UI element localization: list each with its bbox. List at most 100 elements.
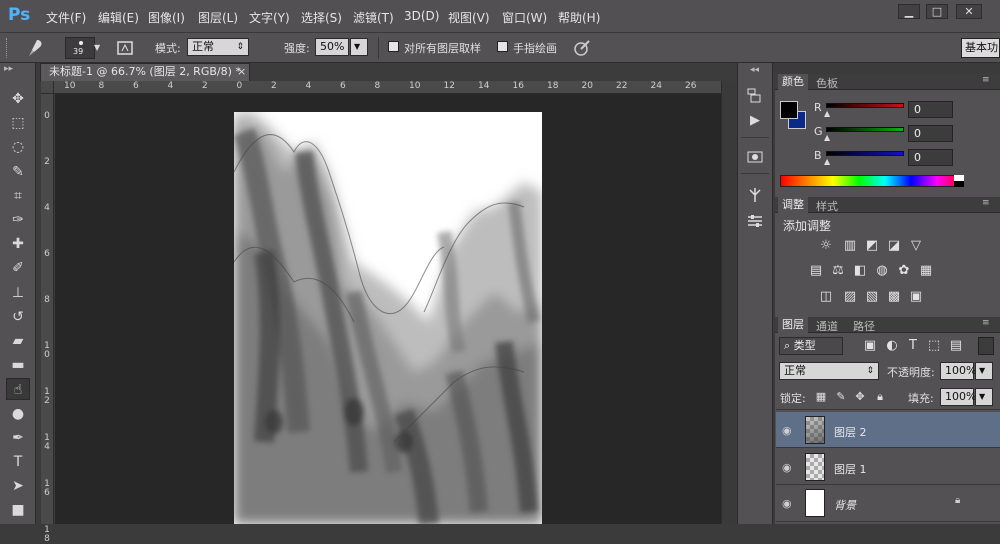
play-actions-icon[interactable]: ▶ [745,112,765,130]
pen-tool-icon[interactable]: ✒ [6,427,30,449]
smudge-preset-icon[interactable] [20,38,50,58]
selective-color-icon[interactable]: ▣ [908,289,924,305]
type-tool-icon[interactable]: T [6,451,30,473]
layer-name[interactable]: 图层 2 [834,424,867,440]
adjust-filter-icon[interactable]: ◐ [884,338,900,354]
photo-filter-icon[interactable]: ◍ [874,263,890,279]
strength-dropdown-button[interactable]: ▼ [350,38,368,56]
brightness-icon[interactable]: ☼ [818,238,834,254]
invert-icon[interactable]: ◫ [818,289,834,305]
panel-menu-icon[interactable]: ≡ [982,198,990,208]
levels-icon[interactable]: ▥ [842,238,858,254]
threshold-icon[interactable]: ▧ [864,289,880,305]
menu-view[interactable]: 视图(V) [448,9,490,26]
menu-help[interactable]: 帮助(H) [558,9,600,26]
lasso-tool-icon[interactable]: ◌ [6,136,30,158]
black-white-icon[interactable]: ◧ [852,263,868,279]
curves-icon[interactable]: ◩ [864,238,880,254]
brush-size-picker[interactable]: 39 [65,37,95,59]
exposure-icon[interactable]: ◪ [886,238,902,254]
tab-adjustments[interactable]: 调整 [778,197,808,213]
type-filter-icon[interactable]: T [905,338,921,354]
pixel-filter-icon[interactable]: ▣ [862,338,878,354]
menu-window[interactable]: 窗口(W) [502,9,547,26]
fill-dropdown-button[interactable]: ▼ [975,388,993,406]
channel-slider[interactable] [826,103,904,108]
close-window-button[interactable]: ✕ [956,4,982,19]
panel-menu-icon[interactable]: ≡ [982,318,990,328]
channel-value-input[interactable]: 0 [908,125,953,142]
eyedropper-tool-icon[interactable]: ✑ [6,209,30,231]
lock-pixels-icon[interactable]: ✎ [833,389,849,405]
brush-tool-icon[interactable]: ✐ [6,257,30,279]
hue-saturation-icon[interactable]: ▤ [808,263,824,279]
smart-object-filter-icon[interactable]: ▤ [948,338,964,354]
mode-select[interactable]: 正常 ⇕ [187,38,249,56]
vibrance-icon[interactable]: ▽ [908,238,924,254]
filter-toggle-button[interactable] [978,337,994,355]
lock-transparent-icon[interactable]: ▦ [813,389,829,405]
crop-tool-icon[interactable]: ⌗ [6,185,30,207]
quick-select-tool-icon[interactable]: ✎ [6,161,30,183]
vertical-scrollbar[interactable] [721,81,735,524]
tab-swatches[interactable]: 色板 [816,75,838,91]
history-panel-icon[interactable] [745,87,765,105]
opacity-input[interactable]: 100% [940,362,976,380]
layer-filter-select[interactable]: ⌕ 类型 [779,337,843,355]
minimize-button[interactable]: ▁ [898,4,920,19]
menu-3d[interactable]: 3D(D) [404,9,439,23]
tab-layers[interactable]: 图层 [778,317,808,333]
workspace-switcher[interactable]: 基本功 [961,38,1000,58]
move-tool-icon[interactable]: ✥ [6,88,30,110]
menu-edit[interactable]: 编辑(E) [98,9,139,26]
menu-image[interactable]: 图像(I) [148,9,185,26]
brush-panel-icon[interactable] [116,39,134,57]
stamp-tool-icon[interactable]: ⊥ [6,282,30,304]
fill-input[interactable]: 100% [940,388,976,406]
close-tab-icon[interactable]: × [237,65,246,78]
collapse-dock-icon[interactable]: ◂◂ [750,65,759,75]
eye-icon[interactable]: ◉ [782,461,792,474]
layer-name[interactable]: 背景 [834,497,856,513]
color-balance-icon[interactable]: ⚖ [830,263,846,279]
gradient-map-icon[interactable]: ▩ [886,289,902,305]
document-tab[interactable]: 未标题-1 @ 66.7% (图层 2, RGB/8) * [40,63,250,81]
marquee-tool-icon[interactable]: ⬚ [6,112,30,134]
menu-file[interactable]: 文件(F) [46,9,86,26]
eye-icon[interactable]: ◉ [782,497,792,510]
slider-handle-icon[interactable]: ▲ [824,133,830,142]
opacity-dropdown-button[interactable]: ▼ [975,362,993,380]
channel-value-input[interactable]: 0 [908,149,953,166]
blend-mode-select[interactable]: 正常 ⇕ [779,362,879,380]
menu-filter[interactable]: 滤镜(T) [353,9,394,26]
maximize-button[interactable]: □ [926,4,948,19]
tab-paths[interactable]: 路径 [853,318,875,334]
smudge-tool-icon[interactable]: ☝ [6,378,30,401]
lock-all-icon[interactable]: 🔒︎ [872,389,888,405]
brush-panel-icon[interactable] [745,186,765,204]
lock-position-icon[interactable]: ✥ [852,389,868,405]
slider-handle-icon[interactable]: ▲ [824,157,830,166]
brush-presets-icon[interactable] [745,212,765,230]
slider-handle-icon[interactable]: ▲ [824,109,830,118]
info-panel-icon[interactable] [745,148,765,166]
strength-input[interactable]: 50% [315,38,349,56]
menu-layer[interactable]: 图层(L) [198,9,238,26]
collapse-icon[interactable]: ▸▸ [4,64,13,74]
foreground-color-swatch[interactable] [780,101,798,119]
history-brush-tool-icon[interactable]: ↺ [6,306,30,328]
healing-tool-icon[interactable]: ✚ [6,233,30,255]
channel-slider[interactable] [826,151,904,156]
color-lookup-icon[interactable]: ▦ [918,263,934,279]
path-select-tool-icon[interactable]: ➤ [6,475,30,497]
menu-select[interactable]: 选择(S) [301,9,342,26]
channel-mixer-icon[interactable]: ✿ [896,263,912,279]
shape-tool-icon[interactable]: ■ [6,499,30,521]
channel-value-input[interactable]: 0 [908,101,953,118]
posterize-icon[interactable]: ▨ [842,289,858,305]
finger-paint-checkbox[interactable] [497,41,508,52]
tab-styles[interactable]: 样式 [816,198,838,214]
tab-channels[interactable]: 通道 [816,318,838,334]
dodge-tool-icon[interactable]: ● [6,403,30,425]
color-spectrum-bar[interactable] [780,175,964,187]
